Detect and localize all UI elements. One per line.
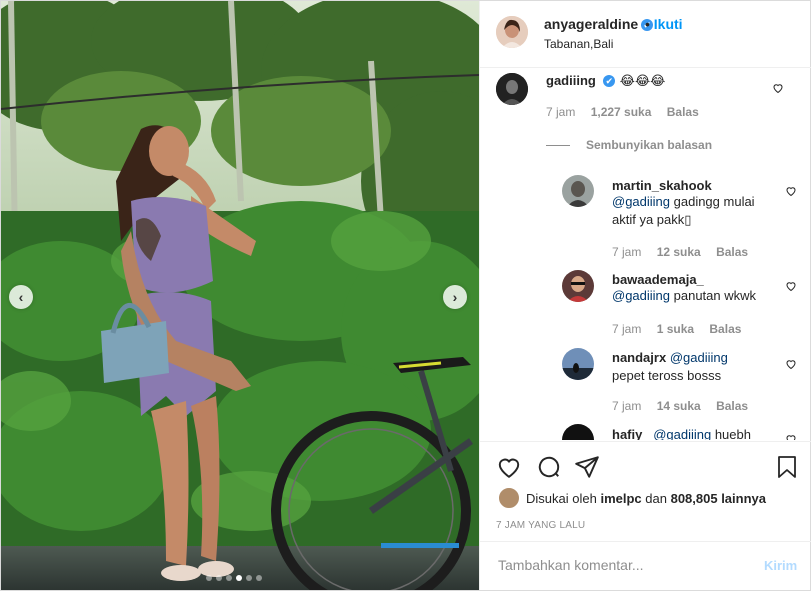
comments-list[interactable]: gadiiing ✔ 😂😂😂 7 jam 1,227 suka Balas Se… bbox=[480, 68, 811, 440]
comment-bubble-icon[interactable] bbox=[536, 454, 562, 480]
follow-label[interactable]: Ikuti bbox=[654, 16, 683, 32]
photo-illustration bbox=[1, 1, 479, 590]
reply-time: 7 jam bbox=[612, 245, 642, 259]
comment-meta: 7 jam 1,227 suka Balas bbox=[546, 105, 711, 119]
reply-meta: 7 jam 14 suka Balas bbox=[612, 399, 760, 413]
carousel-next-button[interactable]: › bbox=[443, 285, 467, 309]
liker-avatar bbox=[498, 487, 520, 509]
save-bookmark-icon[interactable] bbox=[775, 454, 799, 480]
reply-button[interactable]: Balas bbox=[667, 105, 699, 119]
author-username[interactable]: anyageraldine ✔ bbox=[544, 16, 654, 32]
like-reply-heart-icon[interactable] bbox=[785, 433, 797, 440]
likes-count[interactable]: 808,805 lainnya bbox=[671, 491, 766, 506]
reply-button[interactable]: Balas bbox=[716, 399, 748, 413]
reply-likes[interactable]: 1 suka bbox=[657, 322, 694, 336]
reply-text-line: hafiy_ @gadiiing huebh bbox=[612, 426, 811, 440]
reply-button[interactable]: Balas bbox=[709, 322, 741, 336]
hide-replies-line bbox=[546, 145, 570, 147]
comment-username[interactable]: gadiiing bbox=[546, 73, 596, 88]
reply-time: 7 jam bbox=[612, 399, 642, 413]
reply-likes[interactable]: 12 suka bbox=[657, 245, 701, 259]
author-avatar-image bbox=[496, 16, 528, 48]
reply-text: @gadiiing gadingg mulai aktif ya pakk▯ bbox=[612, 193, 782, 229]
reply: bawaademaja_ @gadiiing panutan wkwk bbox=[612, 272, 782, 305]
reply-avatar-image bbox=[562, 270, 594, 302]
reply-avatar[interactable] bbox=[562, 270, 594, 302]
like-comment-heart-icon[interactable] bbox=[772, 82, 784, 94]
reply-username[interactable]: hafiy_ bbox=[612, 427, 650, 440]
reply: nandajrx @gadiiing pepet teross bosss bbox=[612, 349, 782, 385]
reply-avatar[interactable] bbox=[562, 175, 594, 207]
reply-avatar-image bbox=[562, 348, 594, 380]
carousel-dot bbox=[256, 575, 262, 581]
reply-avatar[interactable] bbox=[562, 424, 594, 440]
reply-body: pepet teross bosss bbox=[612, 368, 722, 383]
reply: hafiy_ @gadiiing huebh bbox=[612, 426, 811, 440]
likes-prefix: Disukai oleh bbox=[526, 490, 597, 506]
reply-mention[interactable]: @gadiiing bbox=[612, 288, 670, 303]
separator-dot: • bbox=[645, 16, 650, 32]
comment-input[interactable] bbox=[496, 556, 750, 574]
add-comment-form: Kirim bbox=[480, 541, 811, 591]
carousel-dot bbox=[246, 575, 252, 581]
reply-body: huebh bbox=[711, 427, 751, 440]
comment-avatar[interactable] bbox=[496, 73, 528, 105]
like-heart-icon[interactable] bbox=[496, 454, 522, 480]
reply-username[interactable]: bawaademaja_ bbox=[612, 272, 782, 287]
hide-replies-label[interactable]: Sembunyikan balasan bbox=[586, 138, 712, 152]
reply-mention[interactable]: @gadiiing bbox=[653, 427, 711, 440]
reply-mention[interactable]: @gadiiing bbox=[612, 194, 670, 209]
post-sidebar: anyageraldine ✔ • Ikuti Tabanan,Bali gadi… bbox=[479, 1, 811, 591]
carousel-dot bbox=[216, 575, 222, 581]
like-reply-heart-icon[interactable] bbox=[785, 358, 797, 370]
reply-meta: 7 jam 1 suka Balas bbox=[612, 322, 753, 336]
post-actions: Disukai oleh imelpc dan 808,805 lainnya … bbox=[480, 441, 811, 542]
reply-meta: 7 jam 12 suka Balas bbox=[612, 245, 760, 259]
author-avatar[interactable] bbox=[496, 16, 528, 48]
reply-likes[interactable]: 14 suka bbox=[657, 399, 701, 413]
post-header: anyageraldine ✔ • Ikuti Tabanan,Bali bbox=[480, 1, 811, 68]
post-timestamp: 7 JAM YANG LALU bbox=[496, 520, 586, 531]
reply-text: @gadiiing panutan wkwk bbox=[612, 287, 782, 305]
reply-body: panutan wkwk bbox=[670, 288, 757, 303]
reply-username[interactable]: martin_skahook bbox=[612, 178, 782, 193]
comment-likes[interactable]: 1,227 suka bbox=[591, 105, 652, 119]
reply-username[interactable]: nandajrx bbox=[612, 350, 666, 365]
comment-time: 7 jam bbox=[546, 105, 576, 119]
reply-mention[interactable]: @gadiiing bbox=[670, 350, 728, 365]
carousel-dot bbox=[206, 575, 212, 581]
comment: gadiiing ✔ 😂😂😂 bbox=[546, 72, 665, 90]
reply-text-line: nandajrx @gadiiing bbox=[612, 349, 782, 367]
likes-summary[interactable]: Disukai oleh imelpc dan 808,805 lainnya bbox=[498, 487, 766, 509]
post-comment-button[interactable]: Kirim bbox=[764, 558, 797, 573]
like-reply-heart-icon[interactable] bbox=[785, 185, 797, 197]
liker-username[interactable]: imelpc bbox=[600, 491, 641, 506]
author-username-text[interactable]: anyageraldine bbox=[544, 16, 638, 32]
verified-badge-icon: ✔ bbox=[603, 74, 616, 87]
carousel-dot-active bbox=[236, 575, 242, 581]
carousel-indicator bbox=[206, 575, 262, 581]
reply: martin_skahook @gadiiing gadingg mulai a… bbox=[612, 178, 782, 229]
share-send-icon[interactable] bbox=[574, 454, 600, 480]
follow-button[interactable]: • Ikuti bbox=[645, 16, 683, 32]
reply-avatar[interactable] bbox=[562, 348, 594, 380]
comment-avatar-image bbox=[496, 73, 528, 105]
reply-time: 7 jam bbox=[612, 322, 642, 336]
likes-middle: dan bbox=[645, 490, 667, 506]
reply-button[interactable]: Balas bbox=[716, 245, 748, 259]
post-location[interactable]: Tabanan,Bali bbox=[544, 37, 613, 51]
comment-text: 😂😂😂 bbox=[619, 73, 666, 88]
hide-replies-button[interactable]: Sembunyikan balasan bbox=[546, 138, 712, 152]
reply-avatar-image bbox=[562, 175, 594, 207]
carousel-prev-button[interactable]: ‹ bbox=[9, 285, 33, 309]
like-reply-heart-icon[interactable] bbox=[785, 280, 797, 292]
post-container: ‹ › anyageraldine ✔ • Ikuti Tabanan,Bali… bbox=[0, 0, 811, 591]
carousel-dot bbox=[226, 575, 232, 581]
post-photo[interactable]: ‹ › bbox=[1, 1, 479, 590]
